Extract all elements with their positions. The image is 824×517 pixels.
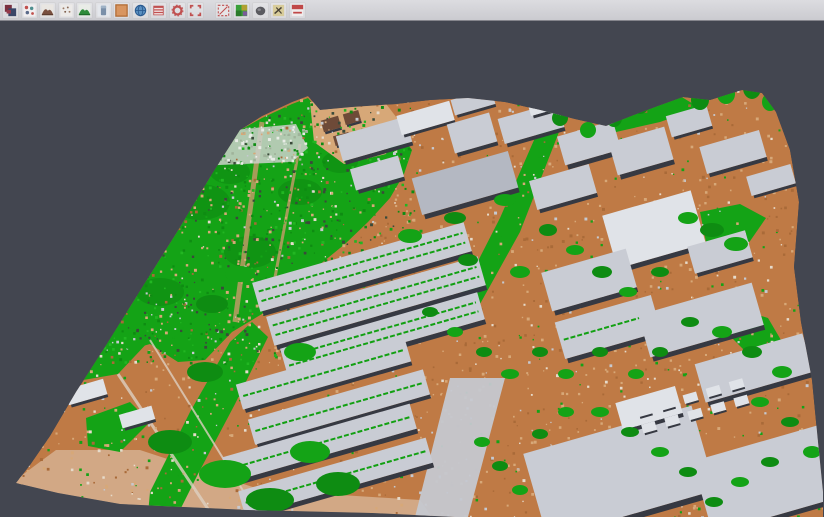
profile-view-icon (97, 4, 110, 17)
tree-cluster (566, 245, 584, 255)
tree-cluster (492, 461, 508, 471)
classified-points-icon[interactable] (21, 2, 38, 19)
ortho-image-icon (115, 4, 128, 17)
tree-cluster (751, 397, 769, 407)
tree-cluster (558, 369, 574, 379)
layers-icon[interactable] (2, 2, 19, 19)
tree-cluster (148, 430, 192, 454)
tree-cluster (187, 362, 223, 382)
tree-cluster (724, 237, 748, 251)
3d-model-icon (254, 4, 267, 17)
tree-cluster (444, 212, 466, 224)
tree-cluster (619, 287, 637, 297)
measure-tool-icon (272, 4, 285, 17)
tree-cluster (678, 212, 698, 224)
3d-model-icon[interactable] (252, 2, 269, 19)
grid-select-icon[interactable] (215, 2, 232, 19)
tree-cluster (803, 446, 821, 458)
globe-icon (134, 4, 147, 17)
tree-cluster (592, 347, 608, 357)
tree-cluster (681, 317, 699, 327)
tree-cluster (458, 254, 478, 266)
viewport-3d[interactable] (0, 22, 824, 517)
tree-cluster (705, 497, 723, 507)
zoom-extent-icon (189, 4, 202, 17)
tree-cluster (652, 347, 668, 357)
tree-cluster (447, 327, 463, 337)
toolbar-separator (206, 10, 215, 11)
ortho-image-icon[interactable] (113, 2, 130, 19)
tree-cluster (196, 295, 228, 313)
attribute-table-icon[interactable] (150, 2, 167, 19)
target-ring-icon (171, 4, 184, 17)
target-ring-icon[interactable] (169, 2, 186, 19)
tree-cluster (712, 326, 732, 338)
tree-cluster (199, 460, 251, 488)
tree-cluster (422, 307, 438, 317)
measure-tool-icon[interactable] (270, 2, 287, 19)
terrain-dsm-icon[interactable] (76, 2, 93, 19)
toolbar (0, 0, 824, 21)
tree-cluster (398, 229, 422, 243)
classified-points-icon (23, 4, 36, 17)
flag-tool-icon[interactable] (289, 2, 306, 19)
tree-cluster (532, 347, 548, 357)
tree-cluster (731, 477, 749, 487)
tree-cluster (679, 467, 697, 477)
tree-cluster (742, 346, 762, 358)
globe-icon[interactable] (132, 2, 149, 19)
zoom-extent-icon[interactable] (187, 2, 204, 19)
layers-icon (4, 4, 17, 17)
tree-cluster (761, 457, 779, 467)
tree-cluster (284, 343, 316, 361)
tree-cluster (501, 369, 519, 379)
tree-cluster (621, 427, 639, 437)
tree-cluster (781, 417, 799, 427)
tree-cluster (476, 347, 492, 357)
tree-cluster (591, 407, 609, 417)
application-window (0, 0, 824, 517)
tree-cluster (316, 472, 360, 496)
terrain-dtm-icon (41, 4, 54, 17)
classification-palette-icon (235, 4, 248, 17)
tree-cluster (510, 266, 530, 278)
terrain-dsm-icon (78, 4, 91, 17)
tree-cluster (772, 366, 792, 378)
tree-cluster (580, 122, 596, 138)
grid-select-icon (217, 4, 230, 17)
tree-cluster (539, 224, 557, 236)
classification-palette-icon[interactable] (233, 2, 250, 19)
tree-cluster (628, 369, 644, 379)
tree-cluster (512, 485, 528, 495)
tree-cluster (651, 267, 669, 277)
attribute-table-icon (152, 4, 165, 17)
tree-cluster (225, 266, 255, 282)
tree-cluster (532, 429, 548, 439)
point-cloud-scene[interactable] (0, 22, 824, 517)
tree-cluster (474, 437, 490, 447)
profile-view-icon[interactable] (95, 2, 112, 19)
tree-cluster (651, 447, 669, 457)
terrain-dtm-icon[interactable] (39, 2, 56, 19)
sparse-points-icon[interactable] (58, 2, 75, 19)
tree-cluster (494, 194, 516, 206)
tree-cluster (700, 223, 724, 237)
tree-cluster (592, 266, 612, 278)
flag-tool-icon (291, 4, 304, 17)
tree-cluster (558, 407, 574, 417)
tree-cluster (246, 488, 294, 512)
sparse-points-icon (60, 4, 73, 17)
tree-cluster (290, 441, 330, 463)
